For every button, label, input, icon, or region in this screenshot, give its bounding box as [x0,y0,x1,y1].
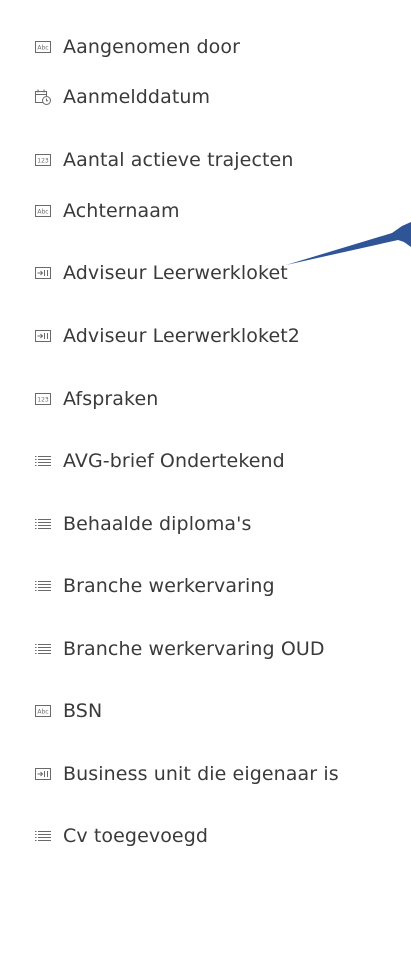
field-item[interactable]: Aanmelddatum [0,77,411,117]
svg-text:123: 123 [37,397,49,404]
number-field-icon: 123 [35,152,51,168]
svg-text:Abc: Abc [37,709,48,716]
field-label: Aangenomen door [63,36,240,58]
field-label: Afspraken [63,388,159,410]
field-item[interactable]: Adviseur Leerwerkloket [0,253,411,293]
field-item[interactable]: Abc Aangenomen door [0,27,411,67]
field-label: Achternaam [63,200,180,222]
field-label: BSN [63,700,103,722]
field-item[interactable]: 123 Afspraken [0,379,411,419]
text-field-icon: Abc [35,203,51,219]
field-item[interactable]: Cv toegevoegd [0,816,411,856]
text-field-icon: Abc [35,39,51,55]
option-set-field-icon [35,516,51,532]
option-set-field-icon [35,641,51,657]
option-set-field-icon [35,578,51,594]
field-item[interactable]: Abc BSN [0,691,411,731]
field-item[interactable]: Behaalde diploma's [0,504,411,544]
field-item[interactable]: Branche werkervaring [0,566,411,606]
field-label: Adviseur Leerwerkloket2 [63,325,300,347]
number-field-icon: 123 [35,391,51,407]
field-item[interactable]: Business unit die eigenaar is [0,754,411,794]
field-label: Adviseur Leerwerkloket [63,262,288,284]
field-item[interactable]: Abc Achternaam [0,191,411,231]
field-label: Branche werkervaring OUD [63,638,325,660]
svg-text:Abc: Abc [37,209,48,216]
option-set-field-icon [35,453,51,469]
option-set-field-icon [35,828,51,844]
lookup-field-icon [35,265,51,281]
svg-text:123: 123 [37,158,49,165]
field-item[interactable]: 123 Aantal actieve trajecten [0,140,411,180]
field-label: AVG-brief Ondertekend [63,450,285,472]
lookup-field-icon [35,766,51,782]
field-label: Cv toegevoegd [63,825,209,847]
field-label: Aantal actieve trajecten [63,149,294,171]
datetime-field-icon [35,89,51,105]
field-list: Abc Aangenomen door Aanmelddatum 123 Aan… [0,0,411,970]
lookup-field-icon [35,328,51,344]
field-item[interactable]: Branche werkervaring OUD [0,629,411,669]
field-label: Branche werkervaring [63,575,275,597]
field-label: Business unit die eigenaar is [63,763,339,785]
field-label: Aanmelddatum [63,86,211,108]
field-label: Behaalde diploma's [63,513,252,535]
field-item[interactable]: Adviseur Leerwerkloket2 [0,316,411,356]
svg-text:Abc: Abc [37,45,48,52]
field-item[interactable]: AVG-brief Ondertekend [0,441,411,481]
text-field-icon: Abc [35,703,51,719]
